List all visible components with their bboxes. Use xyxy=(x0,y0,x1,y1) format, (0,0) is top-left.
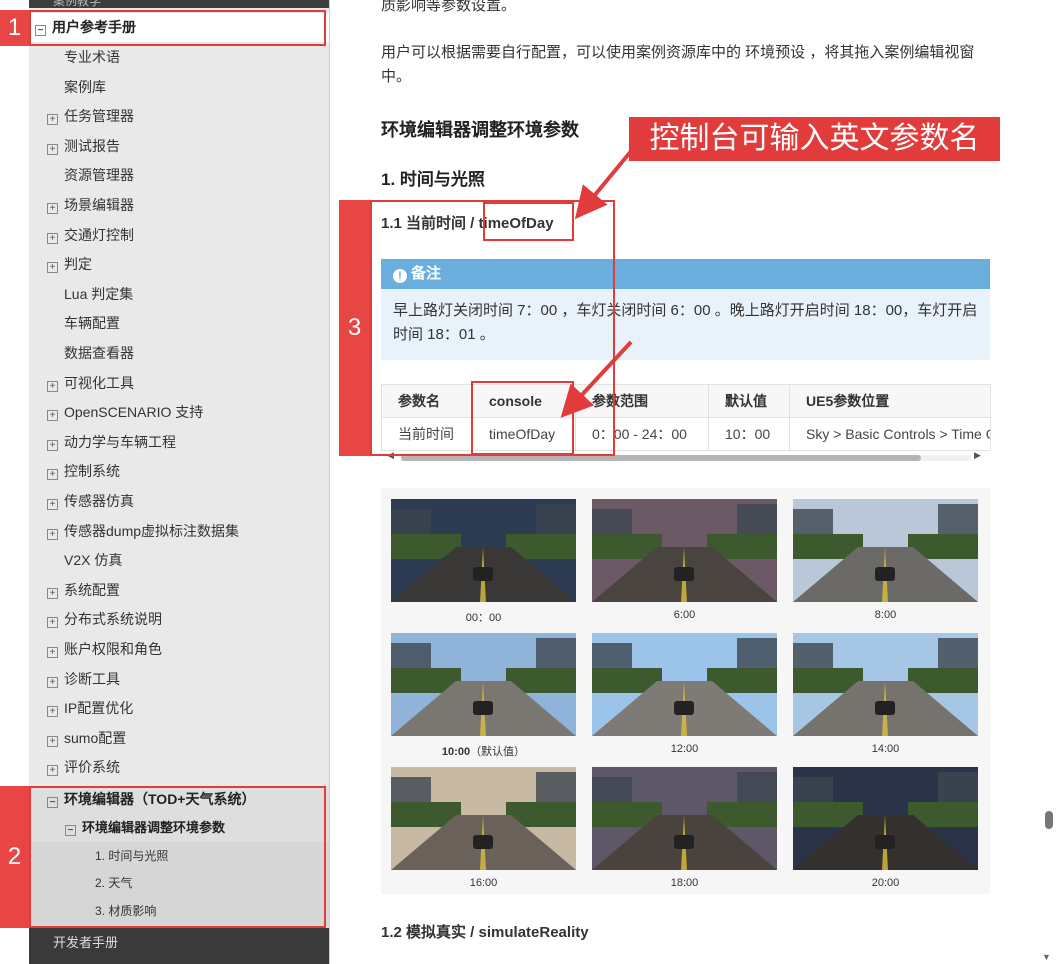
arrow-to-console xyxy=(560,340,633,418)
scroll-down-icon[interactable]: ▼ xyxy=(1042,952,1051,962)
arrow-to-timeofday xyxy=(574,148,634,220)
annotation-arrows xyxy=(560,148,634,418)
main-scrollbar-thumb[interactable] xyxy=(1045,811,1053,829)
